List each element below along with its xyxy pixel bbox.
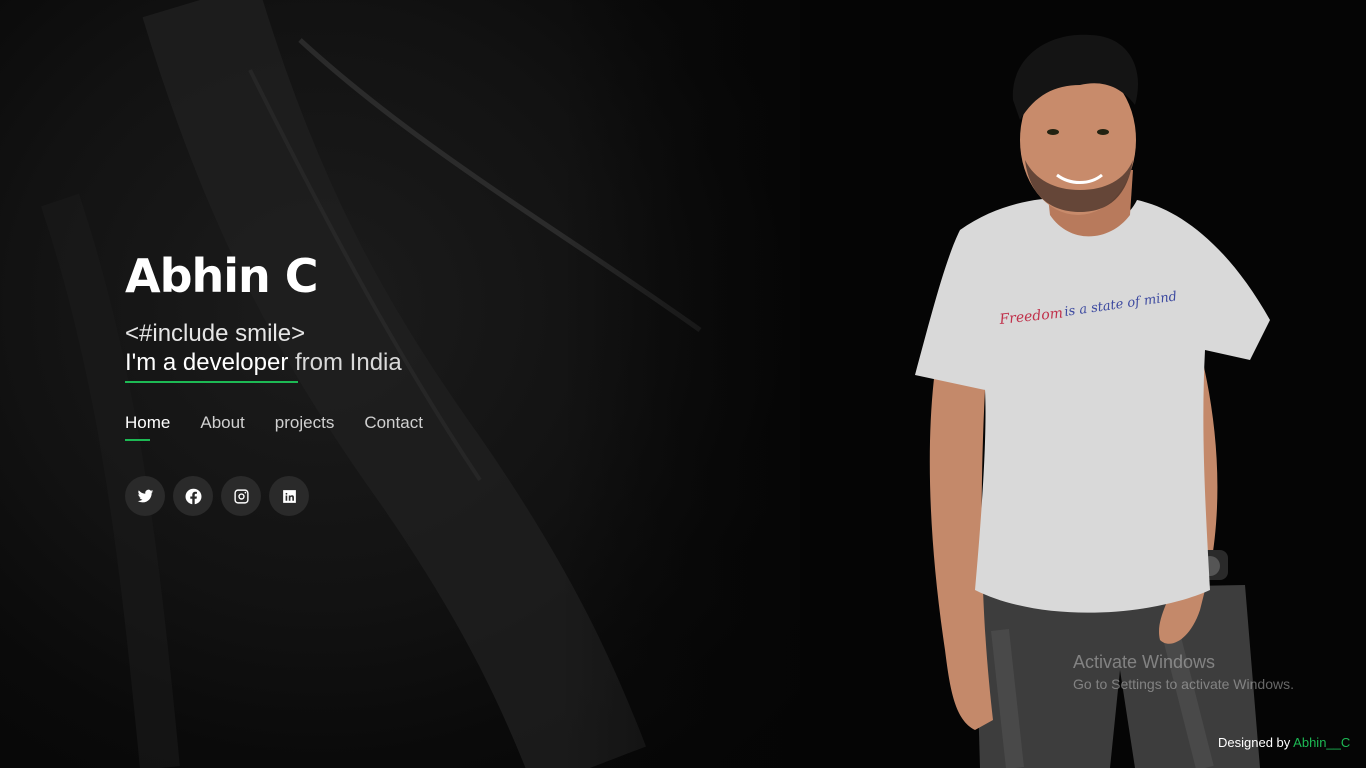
hero-name: Abhin C: [125, 249, 319, 303]
hero-intro: I'm a developer from India: [125, 348, 402, 383]
hero-intro-strong: I'm a developer: [125, 349, 289, 376]
hero: Abhin C <#include smile> I'm a developer…: [125, 245, 402, 383]
hero-underline: [125, 381, 298, 383]
instagram-icon: [233, 488, 249, 504]
nav-home[interactable]: Home: [125, 413, 170, 441]
facebook-icon: [185, 488, 201, 504]
hero-intro-soft: from India: [288, 349, 402, 376]
watermark-subtitle: Go to Settings to activate Windows.: [1073, 676, 1294, 692]
author-link[interactable]: Abhin__C: [1293, 735, 1350, 750]
linkedin-icon: [282, 489, 296, 503]
hero-tagline: <#include smile>: [125, 320, 306, 347]
designed-by-label: Designed by: [1218, 735, 1294, 750]
windows-activation-watermark: Activate Windows Go to Settings to activ…: [1073, 651, 1294, 695]
nav-projects[interactable]: projects: [275, 413, 335, 441]
nav-contact[interactable]: Contact: [364, 413, 423, 441]
linkedin-button[interactable]: [269, 476, 309, 516]
watermark-title: Activate Windows: [1073, 652, 1216, 672]
nav-about[interactable]: About: [200, 413, 244, 441]
instagram-button[interactable]: [221, 476, 261, 516]
social-links: [125, 476, 309, 516]
twitter-icon: [137, 489, 153, 502]
footer-credit: Designed by Abhin__C: [1218, 735, 1350, 750]
facebook-button[interactable]: [173, 476, 213, 516]
background-fade: [560, 0, 860, 768]
main-nav: Home About projects Contact: [125, 413, 423, 441]
twitter-button[interactable]: [125, 476, 165, 516]
